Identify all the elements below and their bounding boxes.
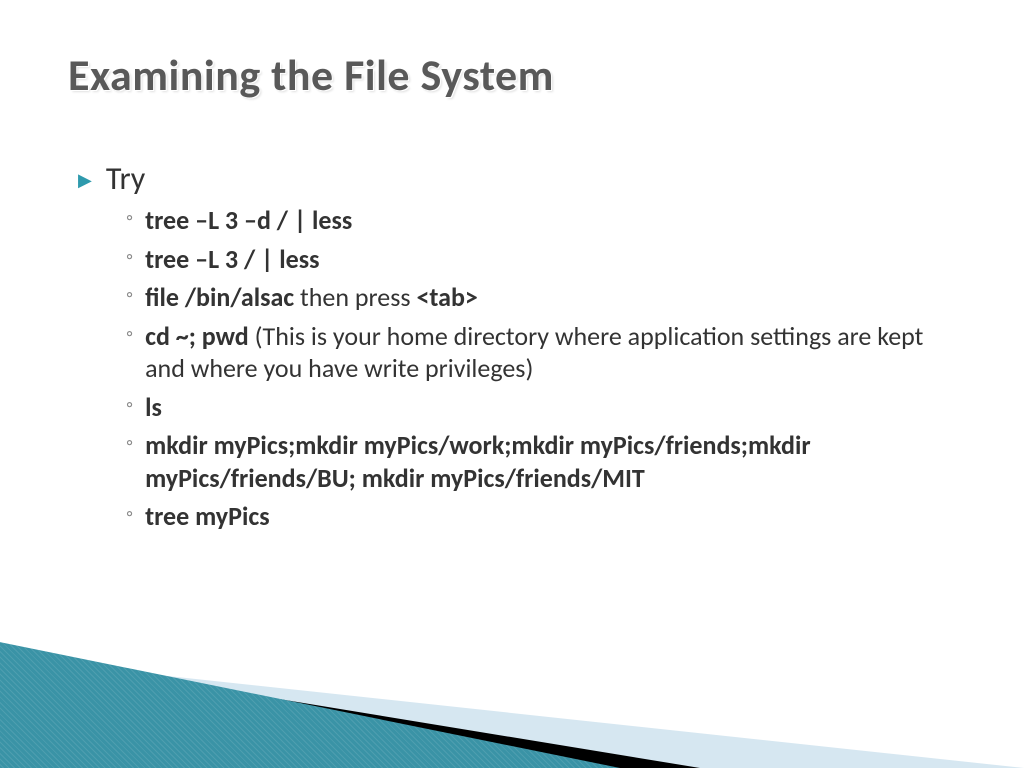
bullet-level2: ◦ tree –L 3 –d / | less <box>126 204 964 237</box>
ring-bullet-icon: ◦ <box>126 285 133 305</box>
content-area: ▶ Try ◦ tree –L 3 –d / | less ◦ tree –L … <box>78 160 964 539</box>
bullet-level2: ◦ file /bin/alsac then press <tab> <box>126 281 964 314</box>
level2-text: mkdir myPics;mkdir myPics/work;mkdir myP… <box>145 429 945 494</box>
level2-text: tree –L 3 / | less <box>145 243 319 276</box>
bullet-level2: ◦ tree –L 3 / | less <box>126 243 964 276</box>
level2-text: file /bin/alsac then press <tab> <box>145 281 478 314</box>
slide-title: Examining the File System <box>68 48 554 102</box>
ring-bullet-icon: ◦ <box>126 208 133 228</box>
bullet-level2: ◦ cd ~; pwd (This is your home directory… <box>126 320 964 385</box>
level1-text: Try <box>106 160 145 198</box>
bullet-level1: ▶ Try <box>78 160 964 198</box>
ring-bullet-icon: ◦ <box>126 395 133 415</box>
level2-text: tree –L 3 –d / | less <box>145 204 352 237</box>
ring-bullet-icon: ◦ <box>126 247 133 267</box>
bullet-level2: ◦ ls <box>126 391 964 424</box>
bullet-level2: ◦ tree myPics <box>126 500 964 533</box>
triangle-bullet-icon: ▶ <box>78 169 92 191</box>
ring-bullet-icon: ◦ <box>126 324 133 344</box>
ring-bullet-icon: ◦ <box>126 433 133 453</box>
level2-text: cd ~; pwd (This is your home directory w… <box>145 320 945 385</box>
level2-text: tree myPics <box>145 500 270 533</box>
decor-triangle-teal <box>0 638 620 768</box>
ring-bullet-icon: ◦ <box>126 504 133 524</box>
slide: Examining the File System ▶ Try ◦ tree –… <box>0 0 1024 768</box>
bullet-level2: ◦ mkdir myPics;mkdir myPics/work;mkdir m… <box>126 429 964 494</box>
level2-text: ls <box>145 391 162 424</box>
